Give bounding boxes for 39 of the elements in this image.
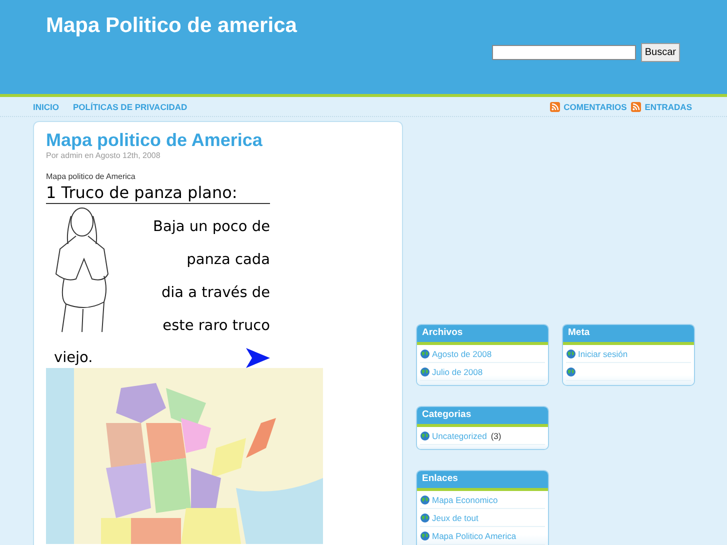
widget-link[interactable]: Agosto de 2008 xyxy=(432,348,492,358)
search-button[interactable]: Buscar xyxy=(640,43,680,62)
globe-icon xyxy=(566,366,576,376)
nav-link[interactable]: INICIO xyxy=(33,102,59,112)
globe-icon xyxy=(420,530,430,540)
ad-text: dia a través de xyxy=(161,284,270,300)
globe-icon xyxy=(420,348,430,358)
globe-icon xyxy=(566,348,576,358)
ad-heading: 1 Truco de panza plano: xyxy=(46,183,270,204)
globe-icon xyxy=(420,494,430,504)
widget-link[interactable]: Julio de 2008 xyxy=(432,366,483,376)
arrow-icon[interactable] xyxy=(246,348,270,368)
widget-link[interactable]: Jeux de tout xyxy=(432,512,478,522)
widget-link[interactable]: Iniciar sesión xyxy=(578,348,628,358)
post-count: (3) xyxy=(490,430,502,440)
widget-link[interactable]: Mapa Economico xyxy=(432,494,498,504)
rss-feed-icon xyxy=(550,102,560,112)
ad-text: este raro truco xyxy=(162,318,270,334)
ad-text: viejo. xyxy=(53,350,93,366)
nav-link[interactable]: POLÍTICAS DE PRIVACIDAD xyxy=(72,102,188,112)
post-meta: Por admin en Agosto 12th, 2008 xyxy=(46,151,162,160)
ad-text: panza cada xyxy=(186,252,270,268)
rss-feed-icon xyxy=(630,102,641,112)
widget-title: Meta xyxy=(563,325,694,345)
site-title[interactable]: Mapa Politico de america xyxy=(46,14,297,94)
feed-link[interactable]: COMENTARIOS xyxy=(564,102,627,112)
globe-icon xyxy=(420,430,430,440)
widget-title: Categorias xyxy=(417,407,548,427)
search-field[interactable] xyxy=(492,45,636,60)
widget-title: Archivos xyxy=(417,325,548,345)
post-text: Mapa politico de America xyxy=(46,172,136,181)
widget-link[interactable]: Uncategorized xyxy=(432,430,487,440)
ad-text: Baja un poco de xyxy=(153,218,270,234)
post-title[interactable]: Mapa politico de America xyxy=(46,130,390,151)
globe-icon xyxy=(420,512,430,522)
globe-icon xyxy=(420,366,430,376)
widget-link[interactable]: Mapa Politico America xyxy=(432,530,516,540)
feed-link[interactable]: ENTRADAS xyxy=(644,102,692,112)
widget-title: Enlaces xyxy=(417,471,548,491)
